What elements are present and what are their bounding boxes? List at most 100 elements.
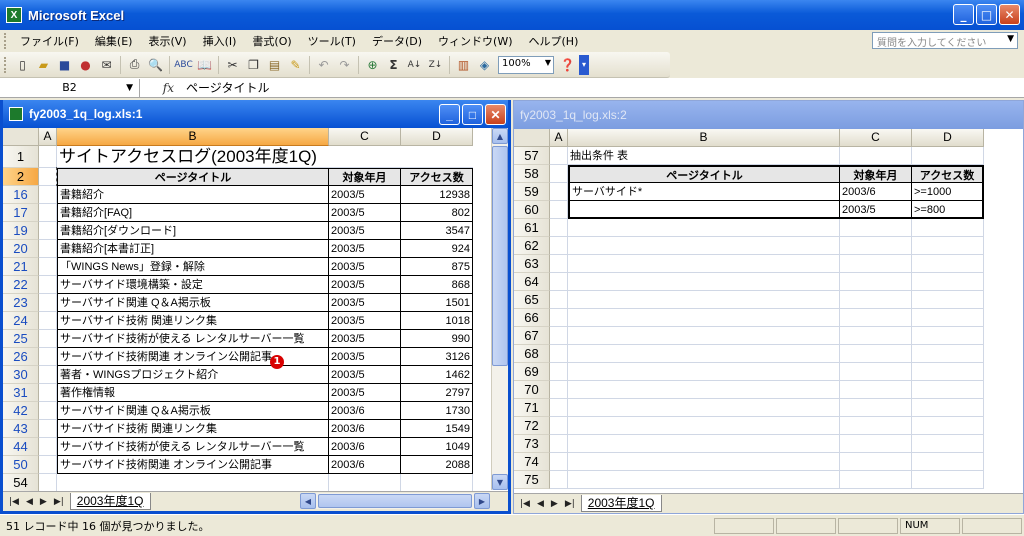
target-month-cell[interactable]: 2003/5 [329,240,401,258]
scroll-right-icon[interactable]: ▶ [474,493,490,509]
cell-a[interactable] [39,168,57,186]
criteria-target-month[interactable]: 2003/5 [840,201,912,219]
cell-a[interactable] [39,186,57,204]
row-header[interactable]: 1 [3,146,39,168]
row-header[interactable]: 64 [514,273,550,291]
last-sheet-icon[interactable]: ▶| [565,499,575,509]
access-count-cell[interactable]: 1462 [401,366,473,384]
target-month-cell[interactable]: 2003/5 [329,330,401,348]
column-header-c[interactable]: C [840,129,912,147]
maximize-button[interactable]: □ [462,104,483,125]
menu-edit[interactable]: 編集(E) [87,33,141,49]
page-title-cell[interactable]: サーバサイド技術関連 オンライン公開記事 [57,348,329,366]
cell-b[interactable] [568,363,840,381]
page-title-cell[interactable]: サーバサイド技術関連 オンライン公開記事 [57,456,329,474]
minimize-button[interactable]: _ [953,4,974,25]
column-header-a[interactable]: A [39,128,57,146]
cell-a[interactable] [550,201,568,219]
cell-c[interactable] [329,474,401,492]
header-page-title[interactable]: ページタイトル [56,167,330,187]
row-header[interactable]: 62 [514,237,550,255]
row-header[interactable]: 68 [514,345,550,363]
column-header-d[interactable]: D [401,128,473,146]
next-sheet-icon[interactable]: ▶ [551,499,558,509]
target-month-cell[interactable]: 2003/5 [329,384,401,402]
horizontal-scrollbar[interactable]: ◀ ▶ [300,493,490,509]
page-title-cell[interactable]: サーバサイド技術が使える レンタルサーバー一覧 [57,330,329,348]
close-button[interactable]: ✕ [999,4,1020,25]
select-all-corner[interactable] [3,128,39,146]
access-count-cell[interactable]: 3126 [401,348,473,366]
access-count-cell[interactable]: 2088 [401,456,473,474]
column-header-a[interactable]: A [550,129,568,147]
cell-b[interactable] [568,417,840,435]
chart-wizard-icon[interactable]: ▥ [454,55,473,75]
target-month-cell[interactable]: 2003/6 [329,456,401,474]
row-header[interactable]: 21 [3,258,39,276]
cell-d[interactable] [912,381,984,399]
row-header[interactable]: 2 [3,168,39,186]
cell-a[interactable] [550,435,568,453]
cell-a[interactable] [550,237,568,255]
prev-sheet-icon[interactable]: ◀ [537,499,544,509]
cell-d[interactable] [912,219,984,237]
target-month-cell[interactable]: 2003/5 [329,222,401,240]
select-all-corner[interactable] [514,129,550,147]
name-box[interactable]: B2 ▼ [0,78,140,97]
page-title-cell[interactable]: 「WINGS News」登録・解除 [57,258,329,276]
row-header[interactable]: 57 [514,147,550,165]
cell-a[interactable] [550,417,568,435]
cell-a[interactable] [39,312,57,330]
row-header[interactable]: 17 [3,204,39,222]
row-header[interactable]: 70 [514,381,550,399]
target-month-cell[interactable]: 2003/6 [329,402,401,420]
target-month-cell[interactable]: 2003/5 [329,204,401,222]
cell-c[interactable] [840,273,912,291]
cell-a[interactable] [550,471,568,489]
column-header-d[interactable]: D [912,129,984,147]
help-icon[interactable]: ❓ [558,55,577,75]
chevron-down-icon[interactable]: ▼ [126,79,133,97]
help-search-input[interactable]: 質問を入力してください ▼ [872,32,1018,49]
menu-help[interactable]: ヘルプ(H) [521,33,587,49]
first-sheet-icon[interactable]: |◀ [520,499,530,509]
cell-a[interactable] [39,330,57,348]
access-count-cell[interactable]: 1549 [401,420,473,438]
cell-d[interactable] [912,399,984,417]
row-header[interactable]: 19 [3,222,39,240]
row-header[interactable]: 31 [3,384,39,402]
sheet-tab[interactable]: 2003年度1Q [580,495,662,512]
cell-c[interactable] [840,417,912,435]
page-title-cell[interactable]: 書籍紹介[ダウンロード] [57,222,329,240]
cell-c[interactable] [840,147,912,165]
scroll-thumb[interactable] [492,146,508,366]
next-sheet-icon[interactable]: ▶ [40,497,47,507]
row-header[interactable]: 74 [514,453,550,471]
cell-c[interactable] [840,345,912,363]
cell-c[interactable] [840,381,912,399]
cell-a[interactable] [39,294,57,312]
cell-b[interactable] [568,237,840,255]
cell-c[interactable] [840,309,912,327]
zoom-select[interactable]: 100% ▼ [498,55,554,74]
format-painter-icon[interactable]: ✎ [286,55,305,75]
cell-b[interactable] [57,474,329,492]
target-month-cell[interactable]: 2003/5 [329,294,401,312]
cell-a[interactable] [550,327,568,345]
cell-d[interactable] [912,147,984,165]
cell-b[interactable] [568,345,840,363]
criteria-target-month[interactable]: 2003/6 [840,183,912,201]
cell-c[interactable] [840,327,912,345]
cell-c[interactable] [840,255,912,273]
row-header[interactable]: 75 [514,471,550,489]
autosum-icon[interactable]: Σ [384,55,403,75]
row-header[interactable]: 20 [3,240,39,258]
spelling-icon[interactable]: ABC [174,55,193,75]
cell-d[interactable] [912,273,984,291]
undo-icon[interactable]: ↶ [314,55,333,75]
cell-d[interactable] [401,474,473,492]
page-title-cell[interactable]: サーバサイド関連 Q＆A掲示板 [57,402,329,420]
cell-a[interactable] [550,291,568,309]
row-header[interactable]: 63 [514,255,550,273]
scroll-down-icon[interactable]: ▼ [492,474,508,490]
